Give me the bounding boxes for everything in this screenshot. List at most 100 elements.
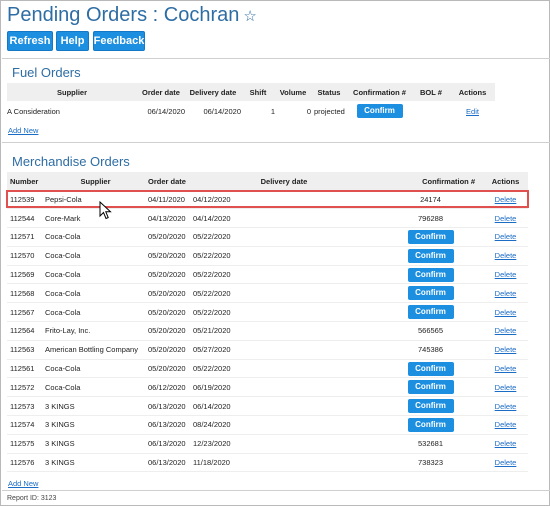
confirm-button[interactable]: Confirm <box>356 104 403 118</box>
order-supplier: Core-Mark <box>43 208 148 229</box>
actions-cell: Delete <box>483 377 528 398</box>
confirm-button[interactable]: Confirm <box>407 267 454 282</box>
confirm-button[interactable]: Confirm <box>407 248 454 263</box>
table-row: 112576 3 KINGS 06/13/2020 11/18/2020 738323 D… <box>7 453 528 473</box>
table-row: A Consideration 06/14/2020 06/14/2020 1 … <box>7 101 495 121</box>
merch-col-actions: Actions <box>483 172 528 190</box>
order-number: 112570 <box>7 246 43 266</box>
delete-link[interactable]: Delete <box>495 326 517 335</box>
delete-link[interactable]: Delete <box>495 289 517 298</box>
order-supplier: Coca-Cola <box>43 246 148 266</box>
fuel-volume: 0 <box>306 106 311 116</box>
merch-col-delivery-date: Delivery date <box>190 172 378 190</box>
confirmation-cell: Confirm <box>378 415 483 435</box>
actions-cell: Delete <box>483 359 528 379</box>
fuel-bol <box>412 101 450 121</box>
mouse-pointer-icon <box>99 201 112 220</box>
delete-link[interactable]: Delete <box>495 439 517 448</box>
fuel-add-new-link[interactable]: Add New <box>8 126 38 135</box>
delete-link[interactable]: Delete <box>495 195 517 204</box>
delete-link[interactable]: Delete <box>495 251 517 260</box>
delete-link[interactable]: Delete <box>495 364 517 373</box>
order-supplier: 3 KINGS <box>43 396 148 417</box>
delivery-date: 05/22/2020 <box>190 265 378 285</box>
fuel-col-delivery-date: Delivery date <box>185 83 241 101</box>
fuel-delivery-date: 06/14/2020 <box>203 106 241 116</box>
table-row: 112574 3 KINGS 06/13/2020 08/24/2020 Confirm… <box>7 415 528 435</box>
delivery-date: 08/24/2020 <box>190 415 378 435</box>
confirm-button[interactable]: Confirm <box>407 305 454 320</box>
confirmation-cell: Confirm <box>378 396 483 417</box>
confirmation-number: 24174 <box>420 194 441 204</box>
order-number: 112563 <box>7 340 43 360</box>
order-number: 112571 <box>7 227 43 247</box>
order-number: 112574 <box>7 415 43 435</box>
order-date: 06/13/2020 <box>148 396 190 417</box>
delivery-date: 05/21/2020 <box>190 321 378 341</box>
confirmation-cell: Confirm <box>378 246 483 266</box>
delete-link[interactable]: Delete <box>495 345 517 354</box>
order-date: 05/20/2020 <box>148 265 190 285</box>
table-row: 112561 Coca-Cola 05/20/2020 05/22/2020 Confi… <box>7 359 528 379</box>
table-row: 112564 Frito-Lay, Inc. 05/20/2020 05/21/202… <box>7 321 528 341</box>
order-date: 05/20/2020 <box>148 321 190 341</box>
delete-link[interactable]: Delete <box>495 232 517 241</box>
confirmation-cell: 532681 <box>378 434 483 454</box>
confirm-button[interactable]: Confirm <box>407 380 454 395</box>
order-number: 112539 <box>7 190 43 210</box>
actions-cell: Delete <box>483 321 528 341</box>
actions-cell: Delete <box>483 415 528 435</box>
order-supplier: Coca-Cola <box>43 302 148 323</box>
actions-cell: Delete <box>483 190 528 210</box>
delete-link[interactable]: Delete <box>495 420 517 429</box>
edit-link[interactable]: Edit <box>466 107 479 116</box>
merchandise-orders-title: Merchandise Orders <box>12 154 130 169</box>
delete-link[interactable]: Delete <box>495 270 517 279</box>
order-number: 112569 <box>7 265 43 285</box>
star-icon[interactable]: ☆ <box>243 8 256 25</box>
delete-link[interactable]: Delete <box>495 402 517 411</box>
order-date: 05/20/2020 <box>148 246 190 266</box>
actions-cell: Delete <box>483 340 528 360</box>
confirm-button[interactable]: Confirm <box>407 417 454 432</box>
order-supplier: 3 KINGS <box>43 453 148 473</box>
delete-link[interactable]: Delete <box>495 383 517 392</box>
confirmation-cell: Confirm <box>378 377 483 398</box>
help-button[interactable]: Help <box>56 31 89 51</box>
delete-link[interactable]: Delete <box>495 214 517 223</box>
merch-add-new-link[interactable]: Add New <box>8 479 38 488</box>
fuel-confirmation-cell: Confirm <box>347 101 412 121</box>
order-number: 112572 <box>7 377 43 398</box>
confirmation-cell: 745386 <box>378 340 483 360</box>
delivery-date: 06/14/2020 <box>190 396 378 417</box>
table-row: 112569 Coca-Cola 05/20/2020 05/22/2020 Confi… <box>7 265 528 285</box>
merch-col-number: Number <box>7 172 43 190</box>
confirmation-cell: Confirm <box>378 283 483 304</box>
confirmation-cell: 24174 <box>378 190 483 210</box>
section-divider <box>2 58 550 59</box>
delivery-date: 05/22/2020 <box>190 283 378 304</box>
order-date: 05/20/2020 <box>148 359 190 379</box>
confirm-button[interactable]: Confirm <box>407 361 454 376</box>
order-date: 06/12/2020 <box>148 377 190 398</box>
delivery-date: 05/27/2020 <box>190 340 378 360</box>
delivery-date: 12/23/2020 <box>190 434 378 454</box>
order-date: 04/13/2020 <box>148 208 190 229</box>
actions-cell: Delete <box>483 283 528 304</box>
refresh-button[interactable]: Refresh <box>7 31 53 51</box>
table-row: 112571 Coca-Cola 05/20/2020 05/22/2020 Confi… <box>7 227 528 247</box>
actions-cell: Delete <box>483 246 528 266</box>
delete-link[interactable]: Delete <box>495 308 517 317</box>
fuel-actions-cell: Edit <box>450 101 495 121</box>
delivery-date: 11/18/2020 <box>190 453 378 473</box>
confirmation-cell: Confirm <box>378 302 483 323</box>
confirm-button[interactable]: Confirm <box>407 286 454 301</box>
table-row: 112539 Pepsi-Cola 04/11/2020 04/12/2020 2417… <box>7 190 528 210</box>
delete-link[interactable]: Delete <box>495 458 517 467</box>
delivery-date: 04/14/2020 <box>190 208 378 229</box>
fuel-col-volume: Volume <box>275 83 311 101</box>
table-row: 112544 Core-Mark 04/13/2020 04/14/2020 79628… <box>7 208 528 229</box>
confirm-button[interactable]: Confirm <box>407 229 454 244</box>
confirm-button[interactable]: Confirm <box>407 399 454 414</box>
feedback-button[interactable]: Feedback <box>93 31 145 51</box>
